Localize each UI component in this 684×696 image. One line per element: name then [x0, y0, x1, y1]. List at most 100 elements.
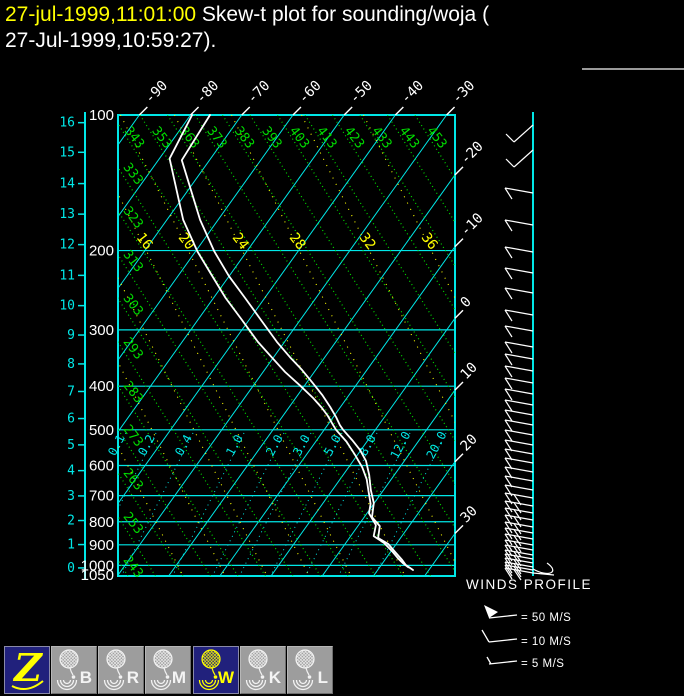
wind-barb: [505, 220, 533, 231]
height-label: 14: [59, 177, 75, 192]
height-label: 16: [59, 116, 75, 131]
moist-adiabat-label: 20: [175, 230, 198, 253]
mixing-ratio-label: 20.0: [424, 429, 450, 461]
dry-adiabat-label: 303: [120, 291, 146, 319]
wind-barb: [505, 420, 533, 431]
height-label: 3: [67, 489, 75, 504]
dry-adiabat-label: 333: [120, 160, 146, 188]
pressure-label: 200: [89, 243, 114, 260]
mixing-ratio-label: 5.0: [321, 432, 344, 458]
pressure-label: 400: [89, 378, 114, 395]
moist-adiabat-label: 32: [356, 230, 379, 253]
isotherm-tick: [455, 167, 463, 175]
moist-adiabat: [364, 115, 595, 576]
height-label: 7: [67, 384, 75, 399]
isotherm-top-label: -70: [244, 78, 273, 107]
toolbar-button-label: K: [269, 668, 281, 688]
isotherm-tick: [455, 382, 463, 390]
pressure-label: 700: [89, 488, 114, 505]
isotherm-tick: [455, 525, 463, 533]
dry-adiabat: [168, 115, 458, 576]
toolbar-button-label: W: [218, 668, 234, 688]
toolbar-button-k[interactable]: K: [240, 646, 286, 694]
dry-adiabat-label: 283: [120, 379, 146, 407]
dry-adiabat: [113, 115, 403, 576]
dry-adiabat-label: 453: [423, 124, 449, 152]
pressure-label: 1050: [81, 567, 114, 584]
dry-adiabat-label: 373: [203, 124, 229, 152]
pressure-label: 300: [89, 322, 114, 339]
isotherm: [220, 115, 549, 576]
height-label: 10: [59, 299, 75, 314]
toolbar-button-r[interactable]: R: [98, 646, 144, 694]
toolbar-button-w[interactable]: W: [193, 646, 239, 694]
height-label: 4: [67, 464, 75, 479]
isotherm-tick: [395, 107, 403, 115]
pressure-label: 800: [89, 514, 114, 531]
toolbar: Z BR M W K L: [0, 646, 684, 696]
toolbar-button-b[interactable]: B: [51, 646, 97, 694]
moist-adiabat: [302, 115, 533, 576]
toolbar-button-label: B: [80, 668, 92, 688]
wind-barb: [505, 378, 533, 389]
wind-barb: [506, 150, 533, 167]
wind-barb: [505, 288, 533, 299]
dry-adiabat: [333, 115, 623, 576]
isotherm: [0, 115, 293, 576]
toolbar-button-label: M: [172, 668, 186, 688]
dry-adiabat: [360, 115, 650, 576]
dry-adiabat-label: 443: [396, 124, 422, 152]
wind-barb: [505, 268, 533, 279]
full-barb-icon: [482, 630, 517, 642]
isotherm: [271, 115, 600, 576]
height-label: 0: [67, 561, 75, 576]
dry-adiabat-label: 383: [231, 124, 257, 152]
wind-barb: [505, 410, 533, 421]
isotherm-tick: [455, 310, 463, 318]
wind-barb: [505, 366, 533, 377]
isotherm-right-label: 30: [458, 503, 481, 526]
mixing-ratio-label: 2.0: [263, 432, 286, 458]
wind-barb: [505, 326, 533, 337]
app-window: 27-jul-1999,11:01:00 Skew-t plot for sou…: [0, 0, 684, 696]
toolbar-button-m[interactable]: M: [145, 646, 191, 694]
skewt-chart: 2432532632732832933033133233333433533633…: [0, 0, 684, 696]
moist-adiabat-lines: [0, 115, 594, 576]
dry-adiabat-label: 353: [148, 124, 174, 152]
isotherm-right-label: 20: [458, 431, 481, 454]
isotherm: [117, 115, 446, 576]
dry-adiabat-label: 343: [121, 124, 147, 152]
mixing-ratio-label: 8.0: [356, 432, 379, 458]
dry-adiabat-label: 413: [313, 124, 339, 152]
surface-wind-hook: [533, 563, 554, 575]
moist-adiabat: [0, 115, 225, 576]
isotherm: [373, 115, 684, 576]
mixing-ratio-label: 12.0: [388, 429, 414, 461]
height-label: 5: [67, 438, 75, 453]
pressure-label: 500: [89, 422, 114, 439]
dry-adiabat: [3, 115, 293, 576]
toolbar-button-label: L: [318, 668, 328, 688]
isotherm-top-label: -50: [347, 78, 376, 107]
isotherm-right-label: -10: [458, 210, 487, 239]
isotherm-tick: [447, 107, 455, 115]
pressure-label: 100: [89, 107, 114, 124]
isotherm-tick: [455, 239, 463, 247]
isotherm-tick: [293, 107, 301, 115]
toolbar-button-l[interactable]: L: [287, 646, 333, 694]
sounding-traces: [170, 115, 413, 570]
pressure-label: 600: [89, 457, 114, 474]
isotherm: [322, 115, 651, 576]
isotherm-lines: [0, 115, 684, 576]
isotherm-right-label: 10: [458, 360, 481, 383]
grid-labels: 2432532632732832933033133233333433533633…: [59, 78, 486, 584]
dry-adiabat: [305, 115, 595, 576]
toolbar-button-z[interactable]: Z: [4, 646, 50, 694]
dry-adiabat-label: 253: [120, 510, 146, 538]
height-label: 9: [67, 328, 75, 343]
isotherm-right-label: -20: [458, 139, 487, 168]
dry-adiabat: [0, 115, 210, 576]
isotherm-tick: [344, 107, 352, 115]
dry-adiabat-label: 293: [120, 335, 146, 363]
dry-adiabat: [250, 115, 540, 576]
